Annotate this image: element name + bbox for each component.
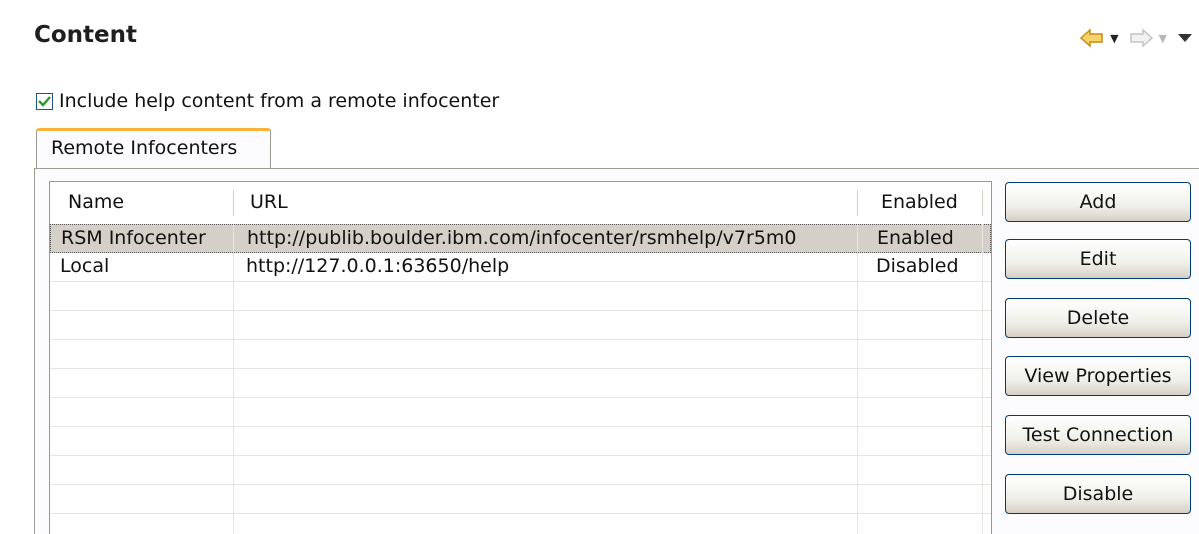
add-button[interactable]: Add [1005,182,1191,222]
view-menu-button[interactable] [1177,32,1193,44]
column-divider[interactable] [857,190,858,216]
tab-panel: Name URL Enabled RSM Infocenter http://p… [34,168,1199,534]
table-row[interactable]: Local http://127.0.0.1:63650/help Disabl… [50,253,991,282]
include-remote-option[interactable]: Include help content from a remote infoc… [36,90,499,112]
table-row [50,340,991,369]
back-arrow-icon [1080,28,1103,48]
include-remote-label: Include help content from a remote infoc… [59,90,500,112]
tab-label: Remote Infocenters [51,137,238,159]
table-row [50,456,991,485]
column-divider[interactable] [233,190,234,216]
page-header: Content ▼ ▼ [10,0,1199,80]
view-properties-button[interactable]: View Properties [1005,356,1191,396]
column-header-url[interactable]: URL [250,191,288,213]
disable-button[interactable]: Disable [1005,474,1191,514]
column-divider[interactable] [982,190,983,216]
back-button[interactable]: ▼ [1080,28,1119,48]
table-row [50,311,991,340]
column-header-enabled[interactable]: Enabled [881,191,958,213]
table-row[interactable]: RSM Infocenter http://publib.boulder.ibm… [50,224,991,253]
delete-button[interactable]: Delete [1005,298,1191,338]
include-remote-checkbox[interactable] [36,92,53,110]
cell-enabled: Disabled [876,255,959,277]
preferences-page: Content ▼ ▼ Include help content from a … [0,0,1199,534]
checkmark-icon [38,95,51,107]
cell-name: Local [60,255,110,277]
table-row [50,485,991,514]
table-row [50,282,991,311]
column-gridline [857,224,858,534]
cell-name: RSM Infocenter [61,227,206,249]
table-row [50,514,991,534]
table-row [50,398,991,427]
table-row [50,427,991,456]
content-area: Include help content from a remote infoc… [10,80,1199,534]
cell-url: http://publib.boulder.ibm.com/infocenter… [247,227,797,249]
column-gridline [233,224,234,534]
cell-enabled: Enabled [877,227,954,249]
edit-button[interactable]: Edit [1005,239,1191,279]
column-header-name[interactable]: Name [68,191,124,213]
forward-dropdown-icon[interactable]: ▼ [1159,32,1167,45]
forward-button[interactable]: ▼ [1129,28,1167,48]
table-header: Name URL Enabled [50,182,991,225]
cell-url: http://127.0.0.1:63650/help [246,255,510,277]
test-connection-button[interactable]: Test Connection [1005,415,1191,455]
column-gridline [982,224,983,534]
navigation-toolbar: ▼ ▼ [1080,24,1193,52]
view-menu-icon [1178,34,1192,42]
left-edge [0,0,10,534]
tab-remote-infocenters[interactable]: Remote Infocenters [36,128,271,170]
table-row [50,369,991,398]
infocenters-table: Name URL Enabled RSM Infocenter http://p… [49,181,992,534]
page-title: Content [34,22,138,48]
back-dropdown-icon[interactable]: ▼ [1110,32,1118,45]
forward-arrow-icon [1129,28,1153,48]
